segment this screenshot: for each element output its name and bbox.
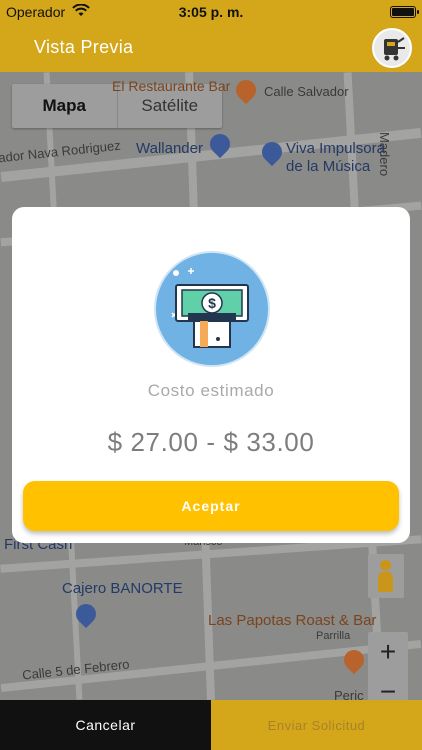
svg-text:$: $ (208, 295, 216, 311)
map-mode-button[interactable]: Mapa (12, 84, 117, 128)
cancel-button[interactable]: Cancelar (0, 700, 211, 750)
app-logo-icon[interactable] (372, 28, 412, 68)
status-bar: Operador 3:05 p. m. (0, 0, 422, 24)
map-label-restaurant: El Restaurante Bar (112, 78, 231, 94)
battery-icon (390, 6, 419, 18)
street-view-pegman-icon[interactable] (368, 554, 404, 598)
map-label-papotas: Las Papotas Roast & Bar (208, 612, 377, 629)
map-label-viva-line1: Viva Impulsora (286, 140, 385, 157)
restaurant-pin-icon[interactable] (231, 75, 261, 105)
map-label-wallander: Wallander (136, 140, 203, 157)
map-label-peric: Peric (334, 688, 364, 700)
zoom-controls: + − (368, 632, 408, 700)
map-label-parrilla: Parrilla (316, 630, 351, 642)
navigation-bar: Vista Previa (0, 24, 422, 72)
zoom-in-button[interactable]: + (368, 632, 408, 672)
status-time: 3:05 p. m. (178, 4, 244, 20)
accept-button[interactable]: Aceptar (23, 481, 399, 531)
map-label-cajero: Cajero BANORTE (62, 580, 183, 597)
money-bill-icon: $ (154, 251, 270, 367)
street-label-salvador: Calle Salvador (264, 84, 349, 99)
estimated-price: $ 27.00 - $ 33.00 (107, 427, 315, 457)
page-title: Vista Previa (34, 37, 134, 57)
estimated-cost-dialog: $ Costo estimado $ 27.00 - $ 33.00 Acept… (12, 207, 410, 543)
dialog-caption: Costo estimado (147, 381, 275, 400)
zoom-out-button[interactable]: − (368, 672, 408, 700)
send-request-button[interactable]: Enviar Solicitud (211, 700, 422, 750)
map-label-viva-line2: de la Música (286, 158, 371, 175)
bottom-action-bar: Cancelar Enviar Solicitud (0, 700, 422, 750)
